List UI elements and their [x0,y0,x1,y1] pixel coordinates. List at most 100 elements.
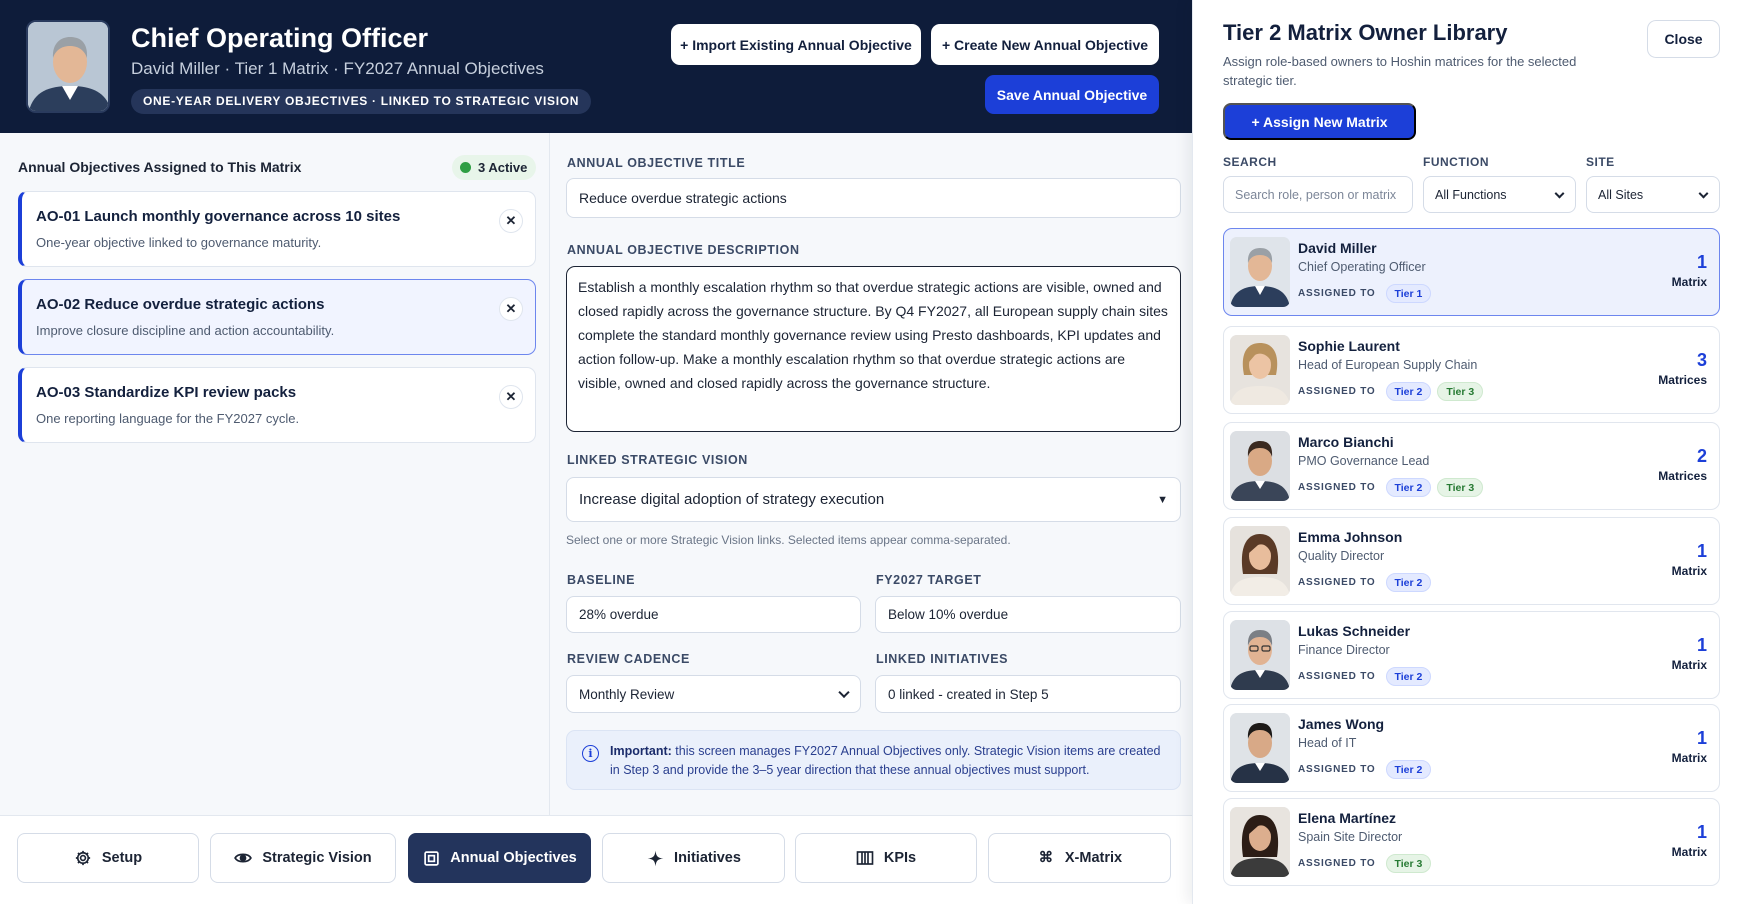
owner-name: Lukas Schneider [1298,623,1411,639]
status-dot-icon [460,162,471,173]
assigned-to-label: ASSIGNED TO [1298,671,1376,682]
owner-card[interactable]: Sophie Laurent Head of European Supply C… [1223,326,1720,414]
owner-role: PMO Governance Lead [1298,454,1430,468]
tab-x-matrix[interactable]: ⌘ X-Matrix [988,833,1171,883]
owner-assignment: ASSIGNED TO Tier 2 [1298,667,1432,686]
drawer-subtitle: Assign role-based owners to Hoshin matri… [1223,54,1577,88]
initiatives-label: LINKED INITIATIVES [876,652,1009,666]
owner-card[interactable]: Marco Bianchi PMO Governance Lead ASSIGN… [1223,422,1720,510]
active-count-label: 3 Active [478,160,528,175]
objectives-list-panel: Annual Objectives Assigned to This Matri… [0,133,550,815]
close-button[interactable]: Close [1647,20,1720,58]
avatar [1230,526,1290,596]
function-select[interactable]: All Functions [1423,176,1576,213]
matrix-count-unit: Matrix [1671,751,1707,765]
remove-objective-close-icon[interactable]: ✕ [499,297,523,321]
info-icon: i [582,745,599,762]
linked-vision-select[interactable]: Increase digital adoption of strategy ex… [566,477,1181,522]
matrix-count: 1 Matrix [1672,727,1707,767]
tab-strategic-vision[interactable]: Strategic Vision [210,833,396,883]
tier-badge: Tier 3 [1385,854,1432,873]
scope-pill: ONE-YEAR DELIVERY OBJECTIVES · LINKED TO… [131,89,592,114]
tier-badge: Tier 3 [1437,478,1484,497]
owner-name: Marco Bianchi [1298,434,1394,450]
objective-title: AO-03 Standardize KPI review packs [36,384,297,401]
owner-assignment: ASSIGNED TO Tier 2 [1298,573,1432,592]
assigned-to-label: ASSIGNED TO [1298,288,1376,299]
tab-label: X-Matrix [1064,850,1123,866]
objective-desc: Improve closure discipline and action ac… [36,323,335,338]
matrix-count: 2 Matrices [1658,445,1707,485]
matrix-count-unit: Matrix [1671,845,1707,859]
owner-card[interactable]: Elena Martínez Spain Site Director ASSIG… [1223,798,1720,886]
review-cadence-select[interactable]: Monthly Review [566,675,861,713]
owner-assignment: ASSIGNED TO Tier 2 [1298,760,1432,779]
cadence-label: REVIEW CADENCE [567,652,690,666]
objective-title: AO-02 Reduce overdue strategic actions [36,296,325,313]
objective-card-selected[interactable]: AO-02 Reduce overdue strategic actions I… [18,279,536,355]
chevron-down-icon [1554,188,1565,199]
baseline-input[interactable]: 28% overdue [566,596,861,633]
tier-badge: Tier 2 [1385,667,1432,686]
remove-objective-close-icon[interactable]: ✕ [499,209,523,233]
objective-card[interactable]: AO-01 Launch monthly governance across 1… [18,191,536,267]
owner-assignment: ASSIGNED TO Tier 3 [1298,854,1432,873]
page-title: Chief Operating Officer [131,23,429,53]
tab-kpis[interactable]: KPIs [795,833,977,883]
assigned-to-label: ASSIGNED TO [1298,577,1376,588]
command-icon: ⌘ [1038,850,1054,866]
owner-card[interactable]: David Miller Chief Operating Officer ASS… [1223,228,1720,316]
function-label: FUNCTION [1423,155,1489,169]
tab-annual-objectives[interactable]: Annual Objectives [408,833,591,883]
owner-name: Sophie Laurent [1298,338,1400,354]
avatar [1230,713,1290,783]
eye-icon [234,849,253,867]
owner-role: Head of European Supply Chain [1298,358,1478,372]
review-cadence-value: Monthly Review [579,686,675,702]
tab-label: Strategic Vision [262,850,372,866]
matrix-count: 1 Matrix [1672,634,1707,674]
save-objective-button[interactable]: Save Annual Objective [985,75,1159,114]
description-label: ANNUAL OBJECTIVE DESCRIPTION [567,243,800,257]
import-objective-button[interactable]: + Import Existing Annual Objective [671,24,921,65]
owner-name: Emma Johnson [1298,529,1403,545]
drawer-title: Tier 2 Matrix Owner Library [1223,20,1508,45]
chevron-down-icon [838,686,850,699]
avatar [1230,431,1290,501]
owner-library-drawer: Tier 2 Matrix Owner Library Assign role-… [1192,0,1740,904]
matrix-count-unit: Matrix [1671,658,1707,672]
info-strong: Important: [610,744,672,758]
title-label: ANNUAL OBJECTIVE TITLE [567,156,746,170]
assigned-to-label: ASSIGNED TO [1298,764,1376,775]
tab-label: KPIs [883,850,917,866]
target-input[interactable]: Below 10% overdue [875,596,1181,633]
create-objective-button[interactable]: + Create New Annual Objective [931,24,1159,65]
tier-badge: Tier 3 [1437,382,1484,401]
objective-title-input[interactable]: Reduce overdue strategic actions [566,178,1181,218]
tier-badge: Tier 2 [1385,573,1432,592]
linked-vision-value: Increase digital adoption of strategy ex… [579,491,885,508]
site-label: SITE [1586,155,1615,169]
tab-setup[interactable]: Setup [17,833,199,883]
matrix-count: 3 Matrices [1658,349,1707,389]
avatar [1230,807,1290,877]
objective-title: AO-01 Launch monthly governance across 1… [36,208,401,225]
owner-card[interactable]: James Wong Head of IT ASSIGNED TO Tier 2… [1223,704,1720,792]
site-select[interactable]: All Sites [1586,176,1720,213]
owner-card[interactable]: Lukas Schneider Finance Director ASSIGNE… [1223,611,1720,699]
info-callout-text: Important: this screen manages FY2027 An… [610,742,1170,780]
objective-description-textarea[interactable]: Establish a monthly escalation rhythm so… [566,266,1181,432]
objective-card[interactable]: AO-03 Standardize KPI review packs One r… [18,367,536,443]
assign-new-matrix-button[interactable]: + Assign New Matrix [1223,103,1416,140]
function-value: All Functions [1435,187,1507,202]
site-value: All Sites [1598,187,1644,202]
search-input[interactable]: Search role, person or matrix [1223,176,1413,213]
vision-label: LINKED STRATEGIC VISION [567,453,748,467]
owner-role: Spain Site Director [1298,830,1403,844]
remove-objective-close-icon[interactable]: ✕ [499,385,523,409]
tab-initiatives[interactable]: Initiatives [602,833,785,883]
matrix-count: 1 Matrix [1672,251,1707,291]
avatar [1230,335,1290,405]
owner-role: Chief Operating Officer [1298,260,1426,274]
owner-card[interactable]: Emma Johnson Quality Director ASSIGNED T… [1223,517,1720,605]
